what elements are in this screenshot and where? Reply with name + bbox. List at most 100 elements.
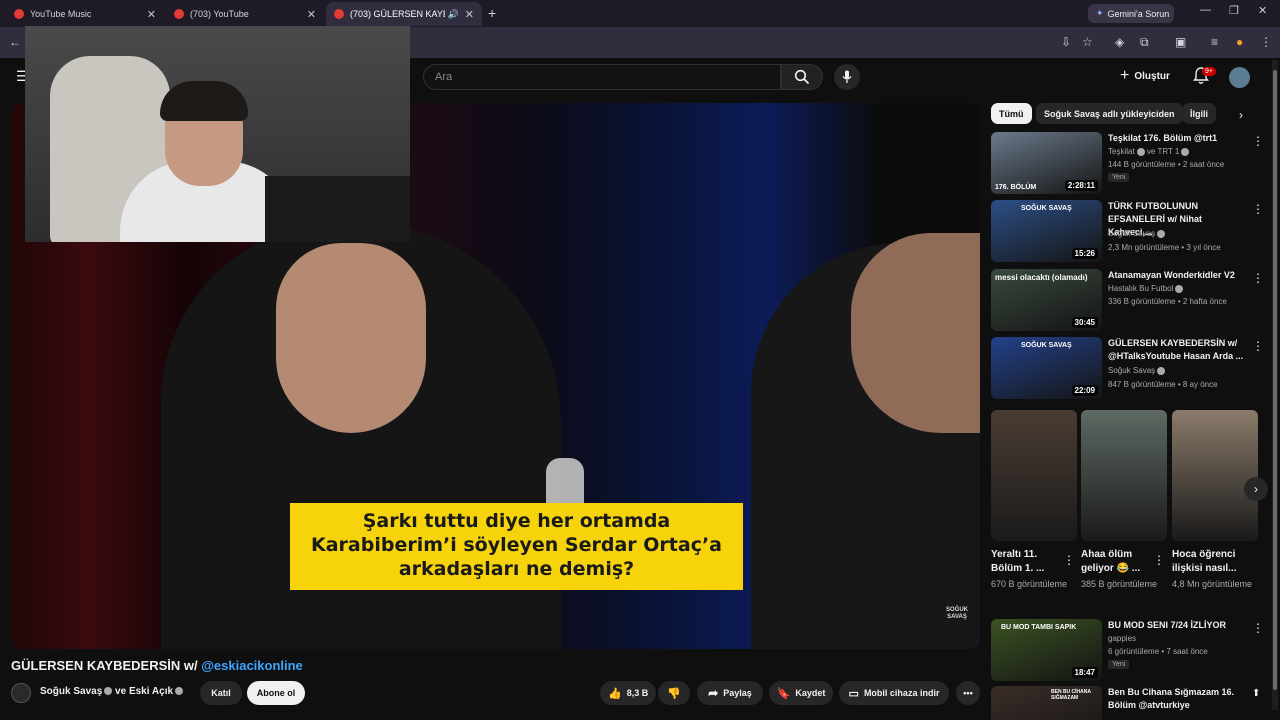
verified-icon [104, 687, 113, 696]
gemini-button[interactable]: ✦ Gemini'a Sorun [1088, 4, 1174, 23]
duration-badge: 15:26 [1071, 248, 1098, 259]
short-title[interactable]: Ahaa ölüm geliyor 😂 ... [1081, 548, 1151, 576]
short-item[interactable]: Hoca öğrenci ilişkisi nasıl... 4,8 Mn gö… [1172, 410, 1258, 590]
short-title[interactable]: Yeraltı 11. Bölüm 1. ... [991, 548, 1061, 576]
video-title-mention-link[interactable]: @eskiacikonline [201, 658, 303, 673]
tab-title: (703) YouTube [190, 9, 249, 19]
install-app-icon[interactable]: ⇩ [1061, 35, 1071, 49]
download-device-button[interactable]: ▭ Mobil cihaza indir [839, 681, 949, 705]
create-button[interactable]: + Oluştur [1120, 67, 1170, 85]
collab-channel-name[interactable]: ve Eski Açık [115, 686, 173, 697]
kebab-menu-icon[interactable]: ⋮ [1252, 621, 1264, 635]
kebab-menu-icon[interactable]: ⋮ [1252, 339, 1264, 353]
duration-badge: 30:45 [1071, 317, 1098, 328]
video-thumbnail[interactable]: BEN BU CİHANA SIĞMAZAM [991, 686, 1102, 720]
notification-count-badge: 9+ [1202, 67, 1216, 76]
close-window-icon[interactable]: ✕ [1258, 4, 1267, 17]
rec-channel[interactable]: gappies [1108, 634, 1136, 643]
search-placeholder: Ara [435, 71, 453, 83]
back-arrow-icon[interactable]: ← [9, 35, 21, 49]
shorts-next-button[interactable]: › [1244, 477, 1268, 501]
new-tab-button[interactable]: + [488, 5, 496, 21]
close-icon[interactable]: ✕ [147, 8, 156, 21]
kebab-menu-icon[interactable]: ⋮ [1252, 134, 1264, 148]
tab-current-video[interactable]: (703) GÜLERSEN KAYBEDER 🔊 ✕ [326, 2, 482, 26]
short-item[interactable]: Yeraltı 11. Bölüm 1. ... 670 B görüntüle… [991, 410, 1077, 590]
thumbnail-text: messi olacaktı (olamadı) [995, 273, 1088, 282]
chevron-right-icon[interactable]: › [1239, 108, 1243, 122]
list-item[interactable]: 176. BÖLÜM 2:28:11 Teşkilat 176. Bölüm @… [991, 132, 1264, 195]
voice-search-button[interactable] [834, 64, 860, 90]
video-caption: Şarkı tuttu diye her ortamda Karabiberim… [290, 503, 743, 590]
microphone-icon [842, 70, 852, 83]
share-button[interactable]: ➦ Paylaş [697, 681, 763, 705]
chip-related[interactable]: İlgili [1182, 103, 1216, 124]
profile-icon[interactable]: ● [1236, 35, 1243, 49]
list-item[interactable]: messi olacaktı (olamadı) 30:45 Atanamaya… [991, 269, 1264, 332]
close-icon[interactable]: ✕ [307, 8, 316, 21]
kebab-menu-icon[interactable]: ⋮ [1153, 553, 1165, 567]
new-badge: Yeni [1108, 660, 1130, 669]
kebab-menu-icon[interactable]: ⋮ [1252, 271, 1264, 285]
tab-youtube[interactable]: (703) YouTube ✕ [166, 2, 324, 26]
short-thumbnail[interactable] [991, 410, 1077, 541]
rec-title[interactable]: Ben Bu Cihana Sığmazam 16. Bölüm @atvtur… [1108, 686, 1248, 712]
verified-icon [1157, 229, 1166, 238]
channel-names[interactable]: Soğuk Savaş ve Eski Açık [40, 686, 184, 697]
chip-from-uploader[interactable]: Soğuk Savaş adlı yükleyiciden [1036, 103, 1183, 124]
avatar[interactable] [1229, 67, 1250, 88]
verified-icon [175, 687, 184, 696]
tab-youtube-music[interactable]: YouTube Music ✕ [6, 2, 164, 26]
chevron-right-icon: › [1254, 482, 1258, 496]
video-thumbnail[interactable]: SOĞUK SAVAŞ 22:09 [991, 337, 1102, 399]
speaker-icon[interactable]: 🔊 [448, 9, 459, 20]
short-item[interactable]: Ahaa ölüm geliyor 😂 ... 385 B görüntülem… [1081, 410, 1167, 590]
search-input[interactable]: Ara [423, 64, 781, 90]
close-icon[interactable]: ✕ [465, 8, 474, 21]
save-button[interactable]: 🔖 Kaydet [769, 681, 833, 705]
gemini-label: Gemini'a Sorun [1107, 8, 1170, 19]
minimize-icon[interactable]: — [1200, 4, 1211, 16]
channel-name[interactable]: Soğuk Savaş [40, 686, 102, 697]
chip-all[interactable]: Tümü [991, 103, 1032, 124]
thumbnail-text: SOĞUK SAVAŞ [1021, 205, 1072, 212]
subscribe-button[interactable]: Abone ol [247, 681, 305, 705]
kebab-menu-icon[interactable]: ⋮ [1260, 35, 1272, 49]
extension-icon[interactable]: ◈ [1115, 35, 1124, 49]
rec-title[interactable]: Teşkilat 176. Bölüm @trt1 [1108, 132, 1248, 145]
kebab-menu-icon[interactable]: ⋮ [1063, 553, 1075, 567]
thumbs-up-icon: 👍 [608, 687, 622, 700]
maximize-icon[interactable]: ❐ [1229, 4, 1239, 17]
list-item[interactable]: BU MOD TAMBI SAPIK 18:47 BU MOD SENI 7/2… [991, 619, 1264, 682]
rec-title[interactable]: GÜLERSEN KAYBEDERSİN w/ @HTalksYoutube H… [1108, 337, 1248, 363]
like-button[interactable]: 👍 8,3 B [600, 681, 656, 705]
kebab-menu-icon[interactable]: ⋮ [1252, 202, 1264, 216]
rec-channel: Hastalık Bu Futbol [1108, 284, 1184, 293]
more-actions-button[interactable]: ••• [956, 681, 980, 705]
bookmark-star-icon[interactable]: ☆ [1082, 35, 1093, 49]
list-item[interactable]: BEN BU CİHANA SIĞMAZAM Ben Bu Cihana Sığ… [991, 686, 1261, 720]
rec-title[interactable]: BU MOD SENI 7/24 İZLİYOR [1108, 619, 1248, 632]
video-thumbnail[interactable]: BU MOD TAMBI SAPIK 18:47 [991, 619, 1102, 681]
duration-badge: 18:47 [1071, 667, 1098, 678]
page-scrollbar-thumb[interactable] [1273, 70, 1277, 690]
puzzle-icon[interactable]: ⧉ [1140, 35, 1149, 50]
tab-title: YouTube Music [30, 9, 92, 19]
short-thumbnail[interactable] [1172, 410, 1258, 541]
share-arrow-icon: ➦ [708, 686, 719, 700]
search-button[interactable] [781, 64, 823, 90]
list-item[interactable]: SOĞUK SAVAŞ 22:09 GÜLERSEN KAYBEDERSİN w… [991, 337, 1264, 400]
short-thumbnail[interactable] [1081, 410, 1167, 541]
list-item[interactable]: SOĞUK SAVAŞ 15:26 TÜRK FUTBOLUNUN EFSANE… [991, 200, 1264, 263]
join-button[interactable]: Katıl [200, 681, 242, 705]
channel-avatar[interactable] [11, 683, 31, 703]
video-thumbnail[interactable]: 176. BÖLÜM 2:28:11 [991, 132, 1102, 194]
video-thumbnail[interactable]: SOĞUK SAVAŞ 15:26 [991, 200, 1102, 262]
sidepanel-icon[interactable]: ▣ [1175, 35, 1186, 49]
rec-title[interactable]: Atanamayan Wonderkidler V2 [1108, 269, 1248, 282]
channel-watermark[interactable]: SOĞUK SAVAŞ [945, 607, 969, 627]
dislike-button[interactable]: 👎 [658, 681, 690, 705]
video-thumbnail[interactable]: messi olacaktı (olamadı) 30:45 [991, 269, 1102, 331]
short-title[interactable]: Hoca öğrenci ilişkisi nasıl... [1172, 548, 1242, 576]
playlist-icon[interactable]: ≡ [1211, 35, 1218, 49]
